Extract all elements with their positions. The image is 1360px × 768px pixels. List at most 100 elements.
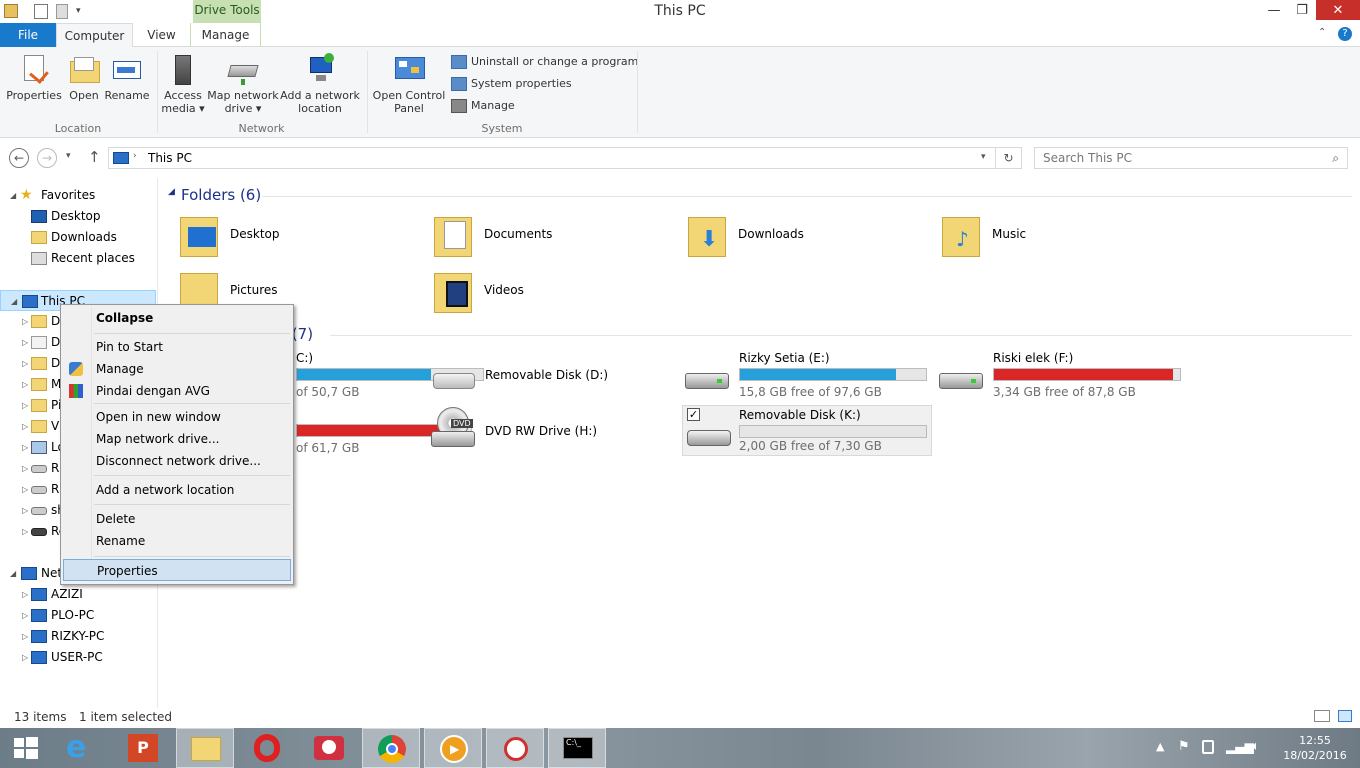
address-dropdown-icon[interactable]: ▾	[981, 152, 986, 162]
system-properties-button[interactable]: System properties	[451, 76, 572, 96]
large-icons-view-icon[interactable]	[1338, 710, 1352, 722]
map-network-drive-button[interactable]: Map network drive ▾	[206, 53, 280, 115]
nav-item-downloads[interactable]: Downloads	[0, 227, 157, 248]
file-explorer-icon[interactable]	[176, 728, 234, 768]
menu-item-properties[interactable]: Properties	[63, 559, 291, 581]
back-button[interactable]: ←	[9, 148, 29, 168]
folders-section-title[interactable]: Folders (6)	[181, 186, 261, 204]
collapse-ribbon-icon[interactable]: ⌃	[1318, 27, 1326, 38]
media-player-icon[interactable]: ▶	[424, 728, 482, 768]
status-bar: 13 items 1 item selected	[0, 708, 1360, 728]
recent-locations-icon[interactable]: ▾	[66, 151, 71, 161]
drive-item-e[interactable]: Rizky Setia (E:) 15,8 GB free of 97,6 GB	[683, 351, 933, 401]
access-media-button[interactable]: Access media ▾	[160, 53, 206, 115]
refresh-button[interactable]: ↻	[996, 147, 1022, 169]
maximize-button[interactable]: ❐	[1288, 0, 1316, 22]
tab-manage[interactable]: Manage	[190, 23, 261, 47]
start-button[interactable]	[0, 728, 58, 768]
drive-item-f[interactable]: Riski elek (F:) 3,34 GB free of 87,8 GB	[937, 351, 1187, 401]
collapse-section-icon[interactable]: ◢	[168, 187, 175, 197]
menu-item-delete[interactable]: Delete	[63, 508, 291, 530]
menu-item-manage[interactable]: Manage	[63, 358, 291, 380]
network-signal-icon[interactable]: ▂▄▆	[1226, 740, 1254, 754]
snipping-tool-icon[interactable]	[486, 728, 544, 768]
details-view-icon[interactable]	[1314, 710, 1330, 722]
nav-favorites[interactable]: ◢ ★ Favorites	[0, 185, 157, 206]
search-input[interactable]: Search This PC ⌕	[1034, 147, 1348, 169]
drive-icon	[31, 486, 47, 494]
battery-icon[interactable]	[1202, 740, 1214, 754]
minimize-button[interactable]: —	[1260, 0, 1288, 22]
add-network-location-button[interactable]: Add a network location	[280, 53, 360, 115]
system-properties-icon	[451, 77, 467, 91]
camera-app-icon[interactable]	[300, 728, 358, 768]
action-center-flag-icon[interactable]: ⚑	[1178, 739, 1190, 754]
computer-icon	[31, 588, 47, 601]
nav-network-computer[interactable]: ▷ PLO-PC	[0, 605, 157, 626]
network-location-icon	[304, 53, 336, 87]
network-drive-icon	[227, 53, 259, 87]
tab-view[interactable]: View	[133, 23, 190, 47]
folder-item-desktop[interactable]: Desktop	[180, 209, 430, 263]
nav-network-computer[interactable]: ▷ USER-PC	[0, 647, 157, 668]
uninstall-program-button[interactable]: Uninstall or change a program	[451, 54, 638, 74]
help-icon[interactable]: ?	[1338, 27, 1352, 41]
item-checkbox[interactable]: ✓	[687, 408, 700, 421]
rename-icon	[111, 53, 143, 87]
show-hidden-icons-icon[interactable]: ▲	[1156, 740, 1164, 753]
powerpoint-icon[interactable]: P	[114, 728, 172, 768]
close-button[interactable]: ✕	[1316, 0, 1360, 20]
folder-item-downloads[interactable]: ⬇ Downloads	[688, 209, 938, 263]
properties-button[interactable]: Properties	[6, 53, 62, 102]
collapse-arrow-icon[interactable]: ◢	[11, 291, 17, 312]
address-bar[interactable]: › This PC ▾	[108, 147, 996, 169]
clock[interactable]: 12:55 18/02/2016	[1282, 734, 1348, 762]
drive-item-k-selected[interactable]: ✓ Removable Disk (K:) 2,00 GB free of 7,…	[682, 405, 932, 456]
folder-item-documents[interactable]: Documents	[434, 209, 684, 263]
folder-item-videos[interactable]: Videos	[434, 265, 684, 319]
command-prompt-icon[interactable]: C:\_	[548, 728, 606, 768]
opera-icon[interactable]	[238, 728, 296, 768]
open-button[interactable]: Open	[64, 53, 104, 102]
menu-item-map-network-drive[interactable]: Map network drive...	[63, 428, 291, 450]
computer-icon	[113, 152, 129, 164]
menu-item-disconnect-network-drive[interactable]: Disconnect network drive...	[63, 450, 291, 472]
drive-usage-bar	[739, 368, 927, 381]
up-button[interactable]: ↑	[88, 148, 101, 166]
nav-network-computer[interactable]: ▷ RIZKY-PC	[0, 626, 157, 647]
drive-item-h[interactable]: DVD DVD RW Drive (H:)	[429, 407, 679, 457]
tab-computer[interactable]: Computer	[56, 23, 133, 48]
chrome-icon[interactable]	[362, 728, 420, 768]
folder-item-music[interactable]: ♪ Music	[942, 209, 1192, 263]
open-control-panel-button[interactable]: Open Control Panel	[372, 53, 446, 115]
control-panel-icon	[393, 53, 425, 87]
menu-item-add-network-location[interactable]: Add a network location	[63, 479, 291, 501]
collapse-arrow-icon[interactable]: ◢	[10, 185, 16, 206]
menu-item-pin-to-start[interactable]: Pin to Start	[63, 336, 291, 358]
nav-network-computer[interactable]: ▷ AZIZI	[0, 584, 157, 605]
section-divider	[262, 196, 1352, 197]
music-folder-icon: ♪	[942, 211, 982, 259]
volume-icon[interactable]: 🔈︎	[1252, 739, 1260, 754]
search-icon: ⌕	[1332, 151, 1339, 165]
dvd-drive-icon: DVD	[429, 407, 477, 453]
breadcrumb-chevron-icon[interactable]: ›	[133, 151, 137, 161]
folder-open-icon	[68, 53, 100, 87]
manage-button[interactable]: Manage	[451, 98, 515, 118]
tab-file[interactable]: File	[0, 23, 56, 47]
nav-item-recent-places[interactable]: Recent places	[0, 248, 157, 269]
forward-button[interactable]: →	[37, 148, 57, 168]
computer-management-icon	[451, 99, 467, 113]
menu-item-rename[interactable]: Rename	[63, 530, 291, 552]
internet-explorer-icon[interactable]: e	[52, 728, 110, 768]
collapse-arrow-icon[interactable]: ◢	[10, 563, 16, 584]
menu-item-open-new-window[interactable]: Open in new window	[63, 406, 291, 428]
network-icon	[21, 567, 37, 580]
nav-item-desktop[interactable]: Desktop	[0, 206, 157, 227]
breadcrumb[interactable]: This PC	[148, 151, 192, 165]
menu-item-scan-avg[interactable]: Pindai dengan AVG	[63, 380, 291, 402]
menu-item-collapse[interactable]: Collapse	[63, 307, 291, 329]
ribbon-separator	[637, 51, 638, 133]
desktop-icon	[31, 210, 47, 223]
rename-button[interactable]: Rename	[104, 53, 150, 102]
